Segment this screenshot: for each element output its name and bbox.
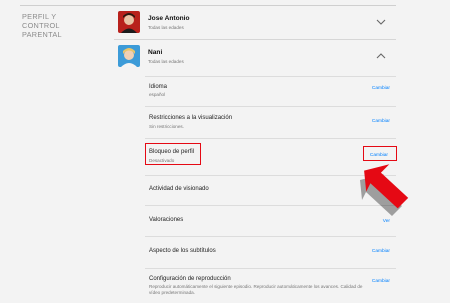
profile-row-jose-antonio[interactable]: Jose Antonio Todas las edades: [114, 6, 396, 40]
profile-maturity: Todas las edades: [148, 59, 184, 64]
chevron-down-icon[interactable]: [376, 18, 386, 26]
avatar: [118, 11, 140, 33]
setting-title: Aspecto de los subtítulos: [149, 248, 216, 254]
setting-description: Sin restricciones.: [149, 124, 184, 129]
chevron-up-icon[interactable]: [376, 52, 386, 60]
profile-row-nani[interactable]: Nani Todas las edades: [114, 40, 396, 76]
setting-row-playback: Configuración de reproducción Reproducir…: [145, 268, 396, 303]
change-subtitles-link[interactable]: Cambiar: [372, 249, 390, 254]
setting-title: Idioma: [149, 84, 168, 90]
change-playback-link[interactable]: Cambiar: [372, 279, 390, 284]
change-restrictions-link[interactable]: Cambiar: [372, 119, 390, 124]
setting-title: Restricciones a la visualización: [149, 115, 233, 121]
setting-row-subtitle-appearance: Aspecto de los subtítulos Cambiar: [145, 236, 396, 268]
profile-name: Nani: [148, 49, 163, 56]
setting-description: español: [149, 92, 166, 97]
setting-description: Reproducir automáticamente el siguiente …: [149, 284, 363, 295]
avatar-image: [118, 11, 140, 33]
profile-list: Jose Antonio Todas las edades Nani Todas…: [114, 6, 396, 76]
red-arrow-icon: [360, 164, 409, 216]
change-button-highlight: [363, 146, 397, 161]
setting-row-language: Idioma español Cambiar: [145, 76, 396, 106]
setting-row-restrictions: Restricciones a la visualización Sin res…: [145, 106, 396, 138]
setting-title: Configuración de reproducción: [149, 276, 231, 282]
section-title: PERFIL Y CONTROL PARENTAL: [22, 12, 62, 39]
view-ratings-link[interactable]: Ver: [383, 219, 390, 224]
profile-name: Jose Antonio: [148, 15, 190, 22]
change-language-link[interactable]: Cambiar: [372, 86, 390, 91]
avatar-image: [118, 45, 140, 67]
setting-title: Actividad de visionado: [149, 186, 209, 192]
setting-title: Valoraciones: [149, 217, 184, 223]
profile-lock-highlight: [145, 143, 201, 165]
avatar: [118, 45, 140, 67]
profile-maturity: Todas las edades: [148, 25, 184, 30]
